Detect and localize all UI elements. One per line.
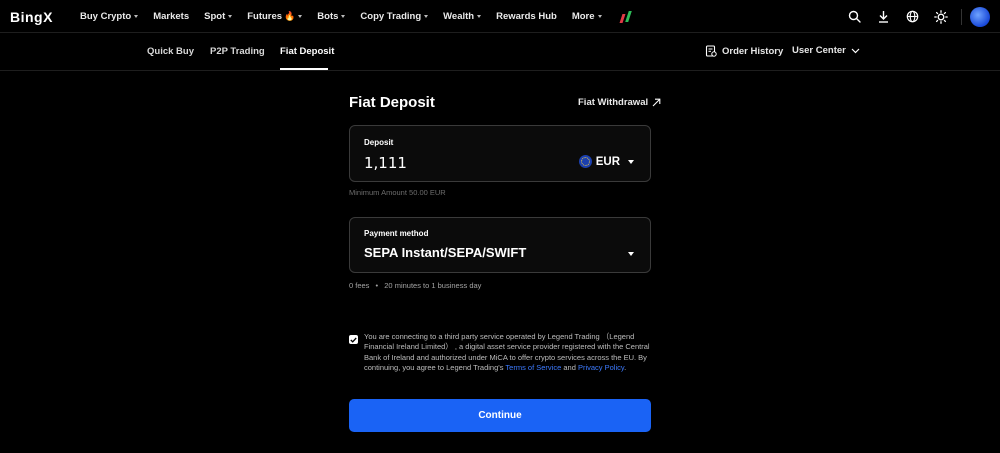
nav-copy-trading[interactable]: Copy Trading	[360, 11, 429, 22]
candlestick-promo-icon[interactable]	[619, 10, 635, 24]
minimum-amount-hint: Minimum Amount 50.00 EUR	[349, 188, 446, 197]
consent-text: You are connecting to a third party serv…	[364, 332, 650, 373]
nav-more[interactable]: More	[572, 11, 602, 22]
arrow-up-right-icon	[652, 98, 661, 107]
chevron-down-icon	[424, 15, 429, 18]
chevron-down-icon	[477, 15, 482, 18]
chevron-down-icon	[341, 15, 346, 18]
download-icon[interactable]	[869, 0, 897, 33]
nav-spot[interactable]: Spot	[204, 11, 233, 22]
continue-button[interactable]: Continue	[349, 399, 651, 432]
tab-p2p-trading[interactable]: P2P Trading	[210, 46, 265, 57]
globe-icon[interactable]	[898, 0, 926, 33]
top-navbar: BingX Buy Crypto Markets Spot Futures 🔥 B…	[0, 0, 1000, 33]
tab-quick-buy[interactable]: Quick Buy	[147, 46, 194, 57]
payment-method-value: SEPA Instant/SEPA/SWIFT	[364, 245, 527, 260]
nav-wealth[interactable]: Wealth	[443, 11, 482, 22]
top-icons	[839, 0, 990, 33]
eu-flag-icon	[578, 155, 592, 168]
consent-checkbox[interactable]	[349, 335, 358, 344]
deposit-amount-input[interactable]: 1,111	[364, 154, 407, 172]
nav-rewards-hub[interactable]: Rewards Hub	[496, 11, 557, 22]
chevron-down-icon	[597, 15, 602, 18]
nav-buy-crypto[interactable]: Buy Crypto	[80, 11, 139, 22]
check-icon	[350, 337, 357, 343]
nav-markets[interactable]: Markets	[153, 11, 189, 22]
separator-dot: •	[375, 281, 379, 290]
processing-time: 20 minutes to 1 business day	[384, 281, 482, 290]
deposit-label: Deposit	[364, 138, 394, 147]
tab-fiat-deposit[interactable]: Fiat Deposit	[280, 46, 334, 57]
fire-icon: 🔥	[284, 11, 296, 21]
chevron-down-icon	[134, 15, 139, 18]
fiat-withdrawal-link[interactable]: Fiat Withdrawal	[578, 97, 661, 108]
chevron-down-icon	[851, 48, 860, 53]
fees-info: 0 fees • 20 minutes to 1 business day	[349, 281, 481, 290]
chevron-down-icon	[228, 15, 233, 18]
deposit-amount-field[interactable]: Deposit 1,111 EUR	[349, 125, 651, 182]
active-tab-underline	[280, 68, 328, 70]
payment-method-label: Payment method	[364, 229, 429, 238]
avatar[interactable]	[970, 6, 990, 27]
fees-text: 0 fees	[349, 281, 370, 290]
order-history-link[interactable]: Order History	[705, 45, 783, 57]
caret-down-icon	[628, 252, 634, 256]
payment-method-select[interactable]: Payment method SEPA Instant/SEPA/SWIFT	[349, 217, 651, 273]
divider	[961, 8, 962, 25]
bingx-logo[interactable]: BingX	[10, 9, 53, 25]
page-title: Fiat Deposit	[349, 94, 435, 111]
order-history-icon	[705, 45, 717, 57]
user-center-menu[interactable]: User Center	[792, 45, 860, 56]
theme-icon[interactable]	[927, 0, 955, 33]
search-icon[interactable]	[840, 0, 868, 33]
red-candle	[619, 13, 625, 23]
caret-down-icon	[628, 159, 634, 164]
nav-futures[interactable]: Futures 🔥	[247, 11, 303, 22]
nav-bots[interactable]: Bots	[317, 11, 346, 22]
currency-selector[interactable]: EUR	[578, 155, 634, 168]
chevron-down-icon	[298, 15, 303, 18]
terms-of-service-link[interactable]: Terms of Service	[505, 363, 561, 372]
privacy-policy-link[interactable]: Privacy Policy	[578, 363, 624, 372]
main-nav: Buy Crypto Markets Spot Futures 🔥 Bots Co…	[80, 0, 635, 33]
green-candle	[624, 10, 632, 22]
